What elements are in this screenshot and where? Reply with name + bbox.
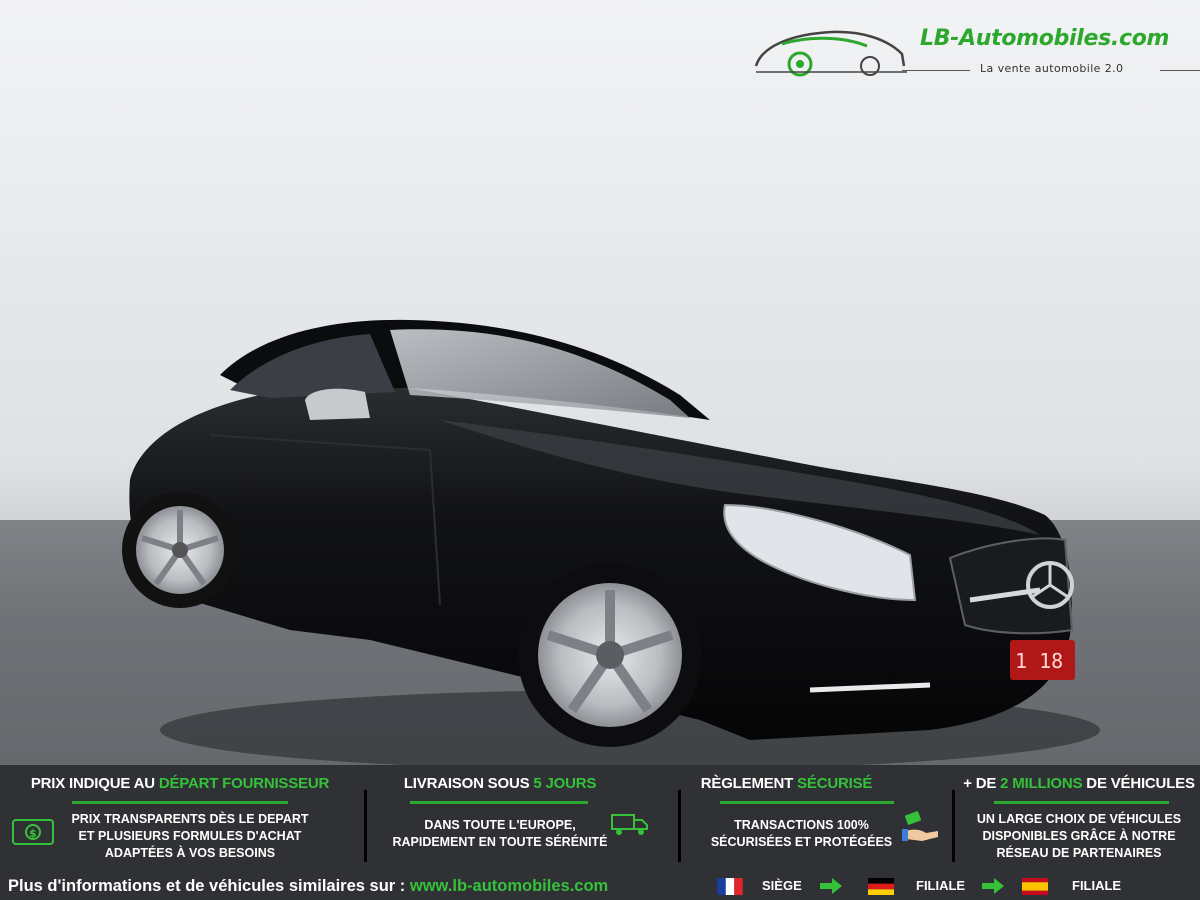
column-description: UN LARGE CHOIX DE VÉHICULES DISPONIBLES … bbox=[976, 812, 1182, 860]
logo-car-icon bbox=[754, 30, 907, 77]
location-label-hq: SIÈGE bbox=[762, 878, 802, 893]
banner-column-payment: RÈGLEMENT SÉCURISÉ TRANSACTIONS 100% SÉC… bbox=[684, 765, 950, 870]
website-info: Plus d'informations et de véhicules simi… bbox=[8, 877, 609, 895]
brand-logo: LB-Automobiles.com La vente automobile 2… bbox=[752, 22, 1200, 84]
banner-column-vehicles: + DE 2 MILLIONS DE VÉHICULES UN LARGE CH… bbox=[958, 765, 1200, 870]
column-title: LIVRAISON SOUS 5 JOURS bbox=[403, 775, 597, 792]
column-title: RÈGLEMENT SÉCURISÉ bbox=[700, 775, 873, 792]
payment-hand-icon bbox=[902, 811, 938, 841]
car-illustration: 1 18 bbox=[122, 319, 1100, 765]
svg-text:$: $ bbox=[29, 827, 37, 840]
logo-name: LB-Automobiles.com bbox=[920, 26, 1170, 51]
spain-flag-icon bbox=[1022, 878, 1048, 895]
germany-flag-icon bbox=[868, 878, 894, 895]
france-flag-icon bbox=[717, 878, 743, 895]
title-underline bbox=[994, 801, 1169, 804]
column-description: DANS TOUTE L'EUROPE, RAPIDEMENT EN TOUTE… bbox=[392, 818, 608, 849]
car-image: 1 18 bbox=[110, 300, 1100, 765]
banner-column-price: PRIX INDIQUE AU DÉPART FOURNISSEUR $ PRI… bbox=[0, 765, 360, 870]
title-underline bbox=[72, 801, 288, 804]
money-icon: $ bbox=[12, 819, 54, 845]
location-label-subsidiary-es: FILIALE bbox=[1072, 878, 1122, 893]
column-separator bbox=[952, 790, 955, 862]
arrow-right-icon bbox=[982, 878, 1004, 894]
website-link[interactable]: www.lb-automobiles.com bbox=[410, 877, 608, 895]
logo-divider bbox=[1160, 70, 1200, 71]
info-banner: PRIX INDIQUE AU DÉPART FOURNISSEUR $ PRI… bbox=[0, 765, 1200, 900]
logo-tagline: La vente automobile 2.0 bbox=[980, 62, 1124, 75]
title-underline bbox=[720, 801, 894, 804]
column-title: PRIX INDIQUE AU DÉPART FOURNISSEUR bbox=[30, 775, 330, 792]
logo-divider bbox=[902, 70, 970, 71]
delivery-truck-icon bbox=[611, 814, 648, 835]
banner-column-delivery: LIVRAISON SOUS 5 JOURS DANS TOUTE L'EURO… bbox=[370, 765, 675, 870]
column-separator bbox=[364, 790, 367, 862]
arrow-right-icon bbox=[820, 878, 842, 894]
side-mirror bbox=[305, 388, 370, 420]
column-description: TRANSACTIONS 100% SÉCURISÉES ET PROTÉGÉE… bbox=[710, 818, 893, 849]
title-underline bbox=[410, 801, 588, 804]
column-separator bbox=[678, 790, 681, 862]
location-label-subsidiary-de: FILIALE bbox=[916, 878, 966, 893]
column-description: PRIX TRANSPARENTS DÈS LE DEPART ET PLUSI… bbox=[71, 812, 309, 860]
car-photo: 1 18 LB-Automobiles.com La vente automob… bbox=[0, 0, 1200, 765]
plate-text: 1 18 bbox=[1015, 649, 1063, 673]
column-title: + DE 2 MILLIONS DE VÉHICULES bbox=[963, 775, 1195, 792]
